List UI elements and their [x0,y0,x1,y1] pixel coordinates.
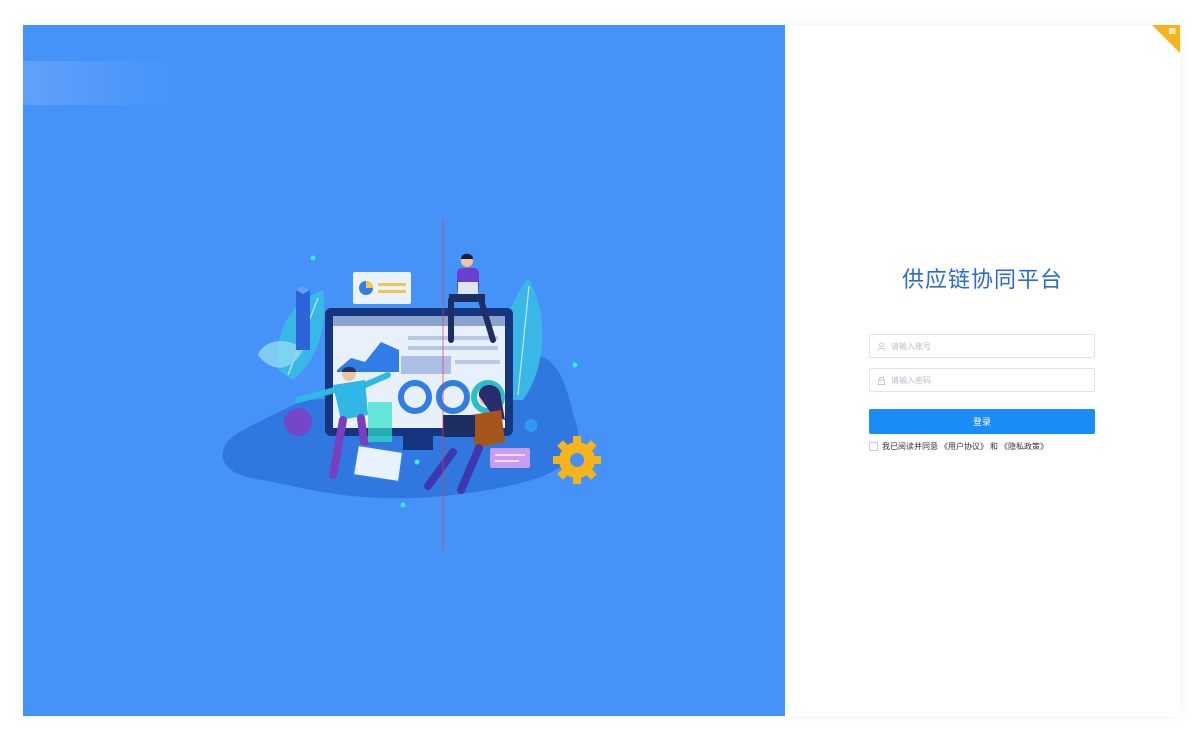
screen-header [333,316,505,326]
login-window: ▦ 供应链协同平台 登录 我已阅读并同意 《用户协议》 和 《隐私政策》 [23,25,1180,716]
agreement-conjunction: 和 [990,442,998,451]
pink-card [490,448,530,468]
lock-icon [877,375,887,385]
illustration-panel [23,25,785,716]
privacy-policy-link[interactable]: 《隐私政策》 [1000,441,1048,452]
panel-highlight [23,61,183,105]
qr-code-icon[interactable]: ▦ [1168,27,1176,35]
login-panel: ▦ 供应链协同平台 登录 我已阅读并同意 《用户协议》 和 《隐私政策》 [785,25,1180,716]
user-agreement-link[interactable]: 《用户协议》 [940,441,988,452]
screen-line-3 [455,360,500,364]
agreement-row: 我已阅读并同意 《用户协议》 和 《隐私政策》 [869,441,1050,452]
purple-sphere [284,408,312,436]
user-icon [877,341,887,351]
account-field[interactable] [869,334,1095,358]
pie-card-line-1 [378,283,406,286]
account-input[interactable] [891,341,1081,351]
person-top-seat [449,294,485,302]
dot-2 [572,362,578,368]
login-button[interactable]: 登录 [869,409,1095,434]
teal-stack [368,402,392,442]
password-field[interactable] [869,368,1095,392]
person-right-laptop [443,415,475,437]
dot-3 [400,502,406,508]
tablet [351,443,405,484]
page-title: 供应链协同平台 [901,268,1063,293]
agreement-checkbox[interactable] [869,442,878,451]
screen-line-2 [408,346,498,350]
gear [553,436,601,484]
teamwork-illustration [222,219,601,550]
person-top-laptop [458,282,478,294]
password-input[interactable] [891,375,1081,385]
pie-card-line-2 [378,290,406,293]
person-top-hair [461,253,473,259]
dot-4 [414,459,420,465]
monitor-stand [403,436,433,450]
agreement-prefix: 我已阅读并同意 [882,442,938,451]
dot-1 [310,255,316,261]
person-right-body [471,410,505,448]
bar-column [296,290,310,350]
